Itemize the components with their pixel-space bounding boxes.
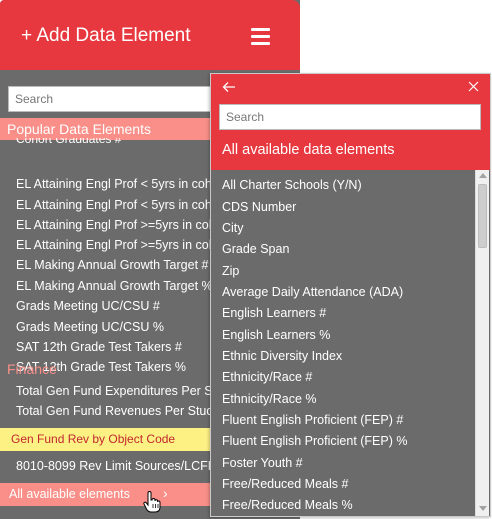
list-item-partial[interactable]: Cohort Graduates # xyxy=(16,138,121,146)
list-item[interactable]: EL Attaining Engl Prof < 5yrs in cohort xyxy=(16,177,210,191)
list-item[interactable]: Grads Meeting UC/CSU # xyxy=(16,299,210,313)
search-input[interactable] xyxy=(8,86,212,112)
list-item[interactable]: Ethnic Diversity Index xyxy=(222,349,342,363)
add-data-element-title[interactable]: + Add Data Element xyxy=(21,25,191,47)
hamburger-menu-icon[interactable] xyxy=(251,28,270,45)
list-item[interactable]: Ethnicity/Race % xyxy=(222,392,316,406)
list-item[interactable]: English Learners # xyxy=(222,306,326,320)
list-item[interactable]: City xyxy=(222,221,244,235)
list-item[interactable]: EL Making Annual Growth Target # xyxy=(16,258,210,272)
list-item[interactable]: Free/Reduced Meals # xyxy=(222,477,348,491)
list-item[interactable]: Average Daily Attendance (ADA) xyxy=(222,285,403,299)
scrollbar-thumb[interactable] xyxy=(478,184,487,248)
hand-pointer-cursor-icon xyxy=(143,491,161,513)
list-item[interactable]: CDS Number xyxy=(222,200,296,214)
all-available-elements-label[interactable]: All available elements xyxy=(9,487,130,501)
popup-element-list: All Charter Schools (Y/N) CDS Number Cit… xyxy=(211,170,490,516)
scroll-down-arrow-icon[interactable] xyxy=(479,506,487,511)
finance-section-label: Finance xyxy=(7,361,57,377)
list-item[interactable]: Grade Span xyxy=(222,242,289,256)
list-item[interactable]: SAT 12th Grade Test Takers # xyxy=(16,340,210,354)
popup-search-input[interactable] xyxy=(219,104,481,130)
list-item[interactable]: Total Gen Fund Revenues Per Student xyxy=(16,404,210,418)
list-item[interactable]: Fluent English Proficient (FEP) # xyxy=(222,413,403,427)
list-item[interactable]: Fluent English Proficient (FEP) % xyxy=(222,434,408,448)
popup-header: All available data elements xyxy=(211,74,490,170)
list-item[interactable]: EL Making Annual Growth Target % xyxy=(16,279,210,293)
close-x-icon[interactable] xyxy=(468,81,479,92)
list-item[interactable]: EL Attaining Engl Prof < 5yrs in cohort xyxy=(16,198,210,212)
popup-title: All available data elements xyxy=(222,142,395,158)
list-item[interactable]: Ethnicity/Race # xyxy=(222,370,312,384)
list-item[interactable]: Zip xyxy=(222,264,239,278)
back-arrow-icon[interactable] xyxy=(222,80,236,94)
popup-scrollbar[interactable] xyxy=(475,170,489,516)
popular-section-label: Popular Data Elements xyxy=(7,121,151,137)
list-item[interactable]: All Charter Schools (Y/N) xyxy=(222,178,362,192)
panel-header: + Add Data Element xyxy=(0,0,300,70)
list-item[interactable]: 8010-8099 Rev Limit Sources/LCFF xyxy=(16,459,210,473)
list-item[interactable]: English Learners % xyxy=(222,328,330,342)
gen-fund-section-label: Gen Fund Rev by Object Code xyxy=(11,432,176,446)
list-item[interactable]: EL Attaining Engl Prof >=5yrs in cohort xyxy=(16,238,210,252)
scroll-up-arrow-icon[interactable] xyxy=(479,173,487,178)
list-item[interactable]: Grads Meeting UC/CSU % xyxy=(16,320,210,334)
list-item[interactable]: EL Attaining Engl Prof >=5yrs in cohort xyxy=(16,218,210,232)
all-data-elements-popup: All available data elements All Charter … xyxy=(210,73,491,517)
list-item[interactable]: Total Gen Fund Expenditures Per Student xyxy=(16,384,210,398)
list-item[interactable]: Free/Reduced Meals % xyxy=(222,498,353,512)
chevron-right-icon[interactable]: › xyxy=(163,485,168,501)
list-item[interactable]: Foster Youth # xyxy=(222,456,303,470)
